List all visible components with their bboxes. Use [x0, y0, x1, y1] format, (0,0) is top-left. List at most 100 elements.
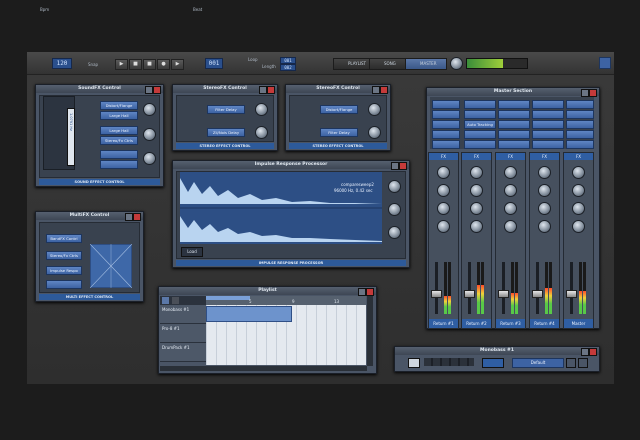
- close-button[interactable]: [589, 348, 597, 356]
- stereofx-ctrl-button[interactable]: Stereo/Fx Ctrls: [46, 251, 82, 260]
- large-hall-button[interactable]: Large Hall: [100, 111, 138, 120]
- window-title[interactable]: Monobass #1: [395, 347, 599, 355]
- channel-knob[interactable]: [437, 184, 450, 197]
- fx-slot[interactable]: [464, 130, 496, 139]
- fx-slot[interactable]: [566, 110, 594, 119]
- minimize-button[interactable]: [372, 86, 380, 94]
- close-button[interactable]: [366, 288, 374, 296]
- window-title[interactable]: Playlist: [159, 287, 376, 295]
- loop-display[interactable]: 001: [280, 57, 296, 64]
- layout-grid-icon[interactable]: [599, 57, 611, 69]
- track-header[interactable]: Monobass #1: [160, 305, 206, 324]
- fx-slot[interactable]: [498, 140, 530, 149]
- vertical-scrollbar[interactable]: [367, 296, 373, 366]
- stereofx-a-knob-2[interactable]: [255, 126, 268, 139]
- empty-slot-button-2[interactable]: [100, 160, 138, 169]
- channel-name[interactable]: Return #2: [462, 319, 491, 328]
- pattern-clip[interactable]: [206, 306, 292, 322]
- fx-slot[interactable]: [432, 130, 460, 139]
- volume-fader-handle[interactable]: [498, 290, 509, 298]
- channel-knob[interactable]: [504, 220, 517, 233]
- close-button[interactable]: [133, 213, 141, 221]
- stereofx-b-knob-1[interactable]: [368, 103, 381, 116]
- channel-name[interactable]: Return #3: [496, 319, 525, 328]
- minimize-button[interactable]: [391, 162, 399, 170]
- beat-display[interactable]: 001: [205, 58, 223, 69]
- bandfx-button[interactable]: BandFX Contrl: [46, 234, 82, 243]
- impulse-knob-1[interactable]: [388, 180, 401, 193]
- stop-button[interactable]: ■: [129, 59, 142, 70]
- load-preset-icon[interactable]: [578, 358, 588, 368]
- close-button[interactable]: [399, 162, 407, 170]
- soundfx-knob-1[interactable]: [143, 103, 156, 116]
- stereofx-a-knob-1[interactable]: [255, 103, 268, 116]
- track-header[interactable]: DrumPack #1: [160, 343, 206, 362]
- channel-knob[interactable]: [437, 202, 450, 215]
- minimize-button[interactable]: [145, 86, 153, 94]
- load-button[interactable]: Load: [181, 247, 203, 257]
- fx-slot[interactable]: [498, 120, 530, 129]
- minimize-button[interactable]: [259, 86, 267, 94]
- close-button[interactable]: [589, 89, 597, 97]
- volume-fader-handle[interactable]: [431, 290, 442, 298]
- track-header[interactable]: Pro-8 #1: [160, 324, 206, 343]
- draw-tool-icon[interactable]: [172, 297, 179, 304]
- loop-button[interactable]: ▶: [171, 59, 184, 70]
- fx-slot[interactable]: [432, 120, 460, 129]
- filter-delay-button[interactable]: Filter Delay: [207, 105, 245, 114]
- stereofx-b-knob-2[interactable]: [368, 126, 381, 139]
- fx-slot[interactable]: [498, 100, 530, 109]
- fx-slot[interactable]: [532, 100, 564, 109]
- zil-nois-delay-button[interactable]: Zil/Nois Delay: [207, 128, 245, 137]
- snap-label[interactable]: Snap: [88, 62, 98, 67]
- step-buttons[interactable]: [424, 358, 474, 366]
- fx-slot[interactable]: [464, 100, 496, 109]
- record-button[interactable]: ●: [157, 59, 170, 70]
- play-button[interactable]: ▶: [115, 59, 128, 70]
- empty-slot-button[interactable]: [100, 150, 138, 159]
- channel-knob[interactable]: [437, 220, 450, 233]
- save-preset-icon[interactable]: [566, 358, 576, 368]
- close-button[interactable]: [153, 86, 161, 94]
- empty-slot-button[interactable]: [46, 280, 82, 289]
- preset-select[interactable]: Default: [512, 358, 564, 368]
- channel-name[interactable]: Master: [564, 319, 593, 328]
- horizontal-scrollbar[interactable]: [160, 366, 367, 371]
- volume-fader-handle[interactable]: [532, 290, 543, 298]
- loop-region[interactable]: [206, 296, 250, 300]
- fx-slot[interactable]: [464, 140, 496, 149]
- channel-knob[interactable]: [572, 202, 585, 215]
- volume-fader-track[interactable]: [536, 262, 539, 314]
- impulse-button[interactable]: Impulse Respo: [46, 266, 82, 275]
- fx-slot[interactable]: [566, 120, 594, 129]
- fx-slot[interactable]: [566, 140, 594, 149]
- xy-pad[interactable]: [90, 244, 132, 288]
- filter-delay-button[interactable]: Filter Delay: [320, 128, 358, 137]
- fx-slot[interactable]: [566, 100, 594, 109]
- minimize-button[interactable]: [125, 213, 133, 221]
- impulse-knob-3[interactable]: [388, 226, 401, 239]
- channel-name[interactable]: Return #1: [429, 319, 458, 328]
- channel-knob[interactable]: [470, 166, 483, 179]
- length-display[interactable]: 002: [280, 64, 296, 71]
- tab-song[interactable]: SONG: [369, 58, 407, 70]
- distort-flange-button[interactable]: Distort/Flange: [100, 101, 138, 110]
- large-hall-button-2[interactable]: Large Hall: [100, 126, 138, 135]
- channel-knob[interactable]: [572, 166, 585, 179]
- volume-fader-handle[interactable]: [566, 290, 577, 298]
- bpm-display[interactable]: 120: [52, 58, 72, 69]
- window-title[interactable]: SoundFX Control: [36, 85, 163, 93]
- soundfx-knob-3[interactable]: [143, 152, 156, 165]
- channel-knob[interactable]: [538, 220, 551, 233]
- channel-knob[interactable]: [504, 202, 517, 215]
- channel-name[interactable]: Return #4: [530, 319, 559, 328]
- channel-knob[interactable]: [572, 220, 585, 233]
- channel-knob[interactable]: [538, 166, 551, 179]
- fx-slot[interactable]: [432, 100, 460, 109]
- soundfx-knob-2[interactable]: [143, 128, 156, 141]
- distort-flange-button[interactable]: Distort/Flange: [320, 105, 358, 114]
- channel-knob[interactable]: [538, 184, 551, 197]
- stereo-fx-button[interactable]: Stereo/Fx Ctrls: [100, 136, 138, 145]
- window-title[interactable]: Impulse Response Processor: [173, 161, 409, 169]
- channel-knob[interactable]: [538, 202, 551, 215]
